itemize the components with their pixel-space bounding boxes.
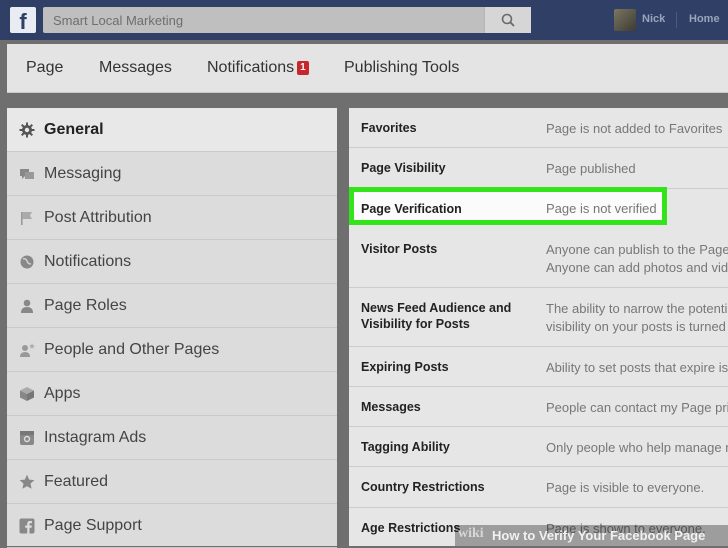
tab-label: Messages [99,59,172,76]
cube-icon [20,387,34,401]
facebook-logo-icon[interactable]: f [10,7,36,34]
sidebar-item-post-attribution[interactable]: Post Attribution [7,196,337,240]
setting-name: Page Verification [361,202,462,216]
search-input[interactable] [43,7,483,33]
sidebar-item-label: Messaging [44,165,122,182]
sidebar-item-label: Apps [44,385,81,402]
setting-value: Page published [546,161,636,176]
divider [676,12,677,28]
sidebar-item-page-roles[interactable]: Page Roles [7,284,337,328]
setting-value: The ability to narrow the potenti visibil… [546,300,728,336]
sidebar-item-notifications[interactable]: Notifications [7,240,337,284]
setting-row-tagging-ability[interactable]: Tagging Ability Only people who help man… [349,427,728,467]
setting-name: Messages [361,400,421,414]
sidebar-item-label: Notifications [44,253,132,270]
sidebar-item-label: Page Roles [44,297,127,314]
sidebar-item-messaging[interactable]: Messaging [7,152,337,196]
sidebar-item-label: Page Support [44,517,142,534]
star-icon [19,474,35,489]
sidebar-item-label: People and Other Pages [44,341,220,358]
setting-value-line: Anyone can publish to the Page [546,242,728,257]
setting-name: Expiring Posts [361,360,449,374]
search-button[interactable] [484,7,531,33]
setting-value: People can contact my Page pri [546,400,728,415]
tab-page[interactable]: Page [26,59,63,77]
search-icon [501,13,515,27]
search-box[interactable] [43,7,531,33]
person-icon [21,299,33,313]
general-settings-panel: Favorites Page is not added to Favorites… [349,108,728,546]
setting-value: Anyone can publish to the Page Anyone can… [546,241,728,277]
home-link[interactable]: Home [689,13,720,25]
setting-value: Ability to set posts that expire is [546,360,728,375]
setting-row-messages[interactable]: Messages People can contact my Page pri [349,387,728,427]
setting-row-visitor-posts[interactable]: Visitor Posts Anyone can publish to the … [349,229,728,288]
sidebar-item-general[interactable]: General [7,108,337,152]
setting-value: Only people who help manage m [546,440,728,455]
setting-value: Page is visible to everyone. [546,480,705,495]
top-navigation-bar: f Nick Home [0,0,728,40]
sidebar-item-label: General [44,121,104,138]
setting-row-country-restrictions[interactable]: Country Restrictions Page is visible to … [349,467,728,508]
tab-messages[interactable]: Messages [99,59,172,77]
settings-sidebar: General Messaging Post Attribution Notif… [7,108,337,548]
chat-bubbles-icon [20,169,34,179]
notification-count-badge: 1 [297,61,309,75]
setting-row-news-feed-audience[interactable]: News Feed Audience and Visibility for Po… [349,288,728,347]
wikihow-caption: wiki How to Verify Your Facebook Page [455,525,728,546]
facebook-icon [19,518,35,534]
wikihow-logo: wiki [458,526,484,541]
flag-icon [21,212,32,225]
instagram-icon [20,431,34,445]
gear-icon [19,122,35,138]
setting-row-expiring-posts[interactable]: Expiring Posts Ability to set posts that… [349,347,728,387]
setting-name: News Feed Audience and Visibility for Po… [361,301,512,331]
article-title: How to Verify Your Facebook Page [492,528,706,543]
sidebar-item-featured[interactable]: Featured [7,460,337,504]
setting-value-line: The ability to narrow the potenti [546,301,728,316]
sidebar-item-instagram-ads[interactable]: Instagram Ads [7,416,337,460]
setting-value-line: visibility on your posts is turned [546,319,726,334]
sidebar-item-apps[interactable]: Apps [7,372,337,416]
setting-name: Tagging Ability [361,440,450,454]
setting-value: Page is not added to Favorites [546,121,723,136]
tab-label: Page [26,59,64,76]
setting-value: Page is not verified [546,201,657,216]
setting-name: Visitor Posts [361,242,438,256]
sidebar-item-label: Post Attribution [44,209,152,226]
setting-value-line: Anyone can add photos and vide [546,260,728,275]
tab-publishing-tools[interactable]: Publishing Tools [344,59,459,77]
sidebar-item-label: Featured [44,473,109,490]
setting-row-favorites[interactable]: Favorites Page is not added to Favorites [349,108,728,148]
tab-label: Notifications [207,59,295,76]
person-star-icon [20,343,35,357]
setting-name: Country Restrictions [361,480,485,494]
user-name-link[interactable]: Nick [642,13,665,25]
sidebar-item-label: Instagram Ads [44,429,147,446]
page-tab-bar: Page Messages Notifications 1 Publishing … [7,44,728,93]
setting-name: Favorites [361,121,417,135]
tab-label: Publishing Tools [344,59,460,76]
sidebar-item-page-support[interactable]: Page Support [7,504,337,548]
setting-row-page-verification[interactable]: Page Verification Page is not verified [349,187,728,229]
tab-notifications[interactable]: Notifications 1 [207,59,309,77]
setting-name: Page Visibility [361,161,446,175]
avatar[interactable] [614,9,636,31]
sidebar-item-people-and-other-pages[interactable]: People and Other Pages [7,328,337,372]
setting-row-page-visibility[interactable]: Page Visibility Page published [349,148,728,189]
globe-icon [20,255,34,269]
